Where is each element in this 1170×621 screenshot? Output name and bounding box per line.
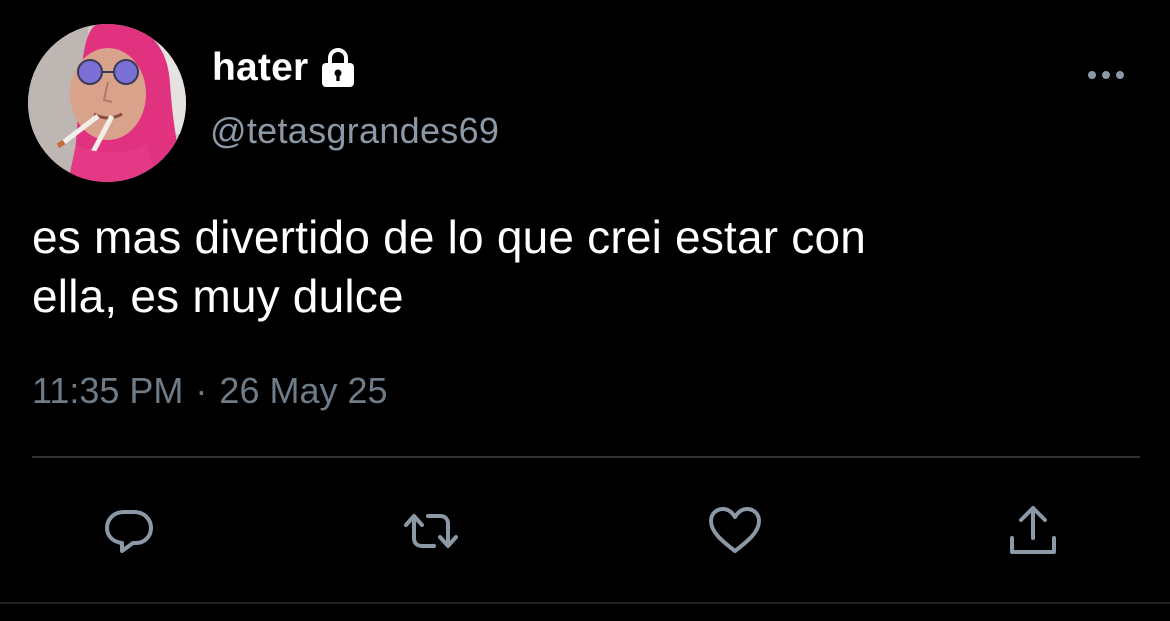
retweet-icon bbox=[404, 514, 458, 548]
display-name[interactable]: hater bbox=[212, 46, 308, 90]
tweet-card: hater @tetasgrandes69 es mas divertido d… bbox=[0, 0, 1170, 621]
more-horizontal-icon[interactable] bbox=[1084, 62, 1128, 88]
reply-button[interactable] bbox=[98, 500, 160, 562]
divider bbox=[32, 456, 1140, 458]
tweet-text-line: es mas divertido de lo que crei estar co… bbox=[32, 211, 867, 263]
lock-icon bbox=[316, 46, 360, 90]
tweet-time: 11:35 PM bbox=[32, 370, 184, 411]
heart-icon bbox=[709, 507, 761, 553]
avatar-image bbox=[28, 24, 186, 182]
share-button[interactable] bbox=[1002, 500, 1064, 562]
reply-icon bbox=[105, 510, 153, 553]
meta-separator: · bbox=[195, 370, 208, 411]
tweet-date: 26 May 25 bbox=[219, 370, 388, 411]
share-icon bbox=[1010, 506, 1056, 554]
tweet-timestamp[interactable]: 11:35 PM · 26 May 25 bbox=[32, 370, 388, 412]
tweet-text: es mas divertido de lo que crei estar co… bbox=[32, 208, 1132, 326]
avatar[interactable] bbox=[28, 24, 186, 182]
retweet-button[interactable] bbox=[400, 500, 462, 562]
display-name-row: hater bbox=[212, 44, 360, 92]
user-handle[interactable]: @tetasgrandes69 bbox=[210, 110, 499, 152]
tweet-text-line: ella, es muy dulce bbox=[32, 270, 404, 322]
like-button[interactable] bbox=[704, 500, 766, 562]
bottom-divider bbox=[0, 602, 1170, 604]
